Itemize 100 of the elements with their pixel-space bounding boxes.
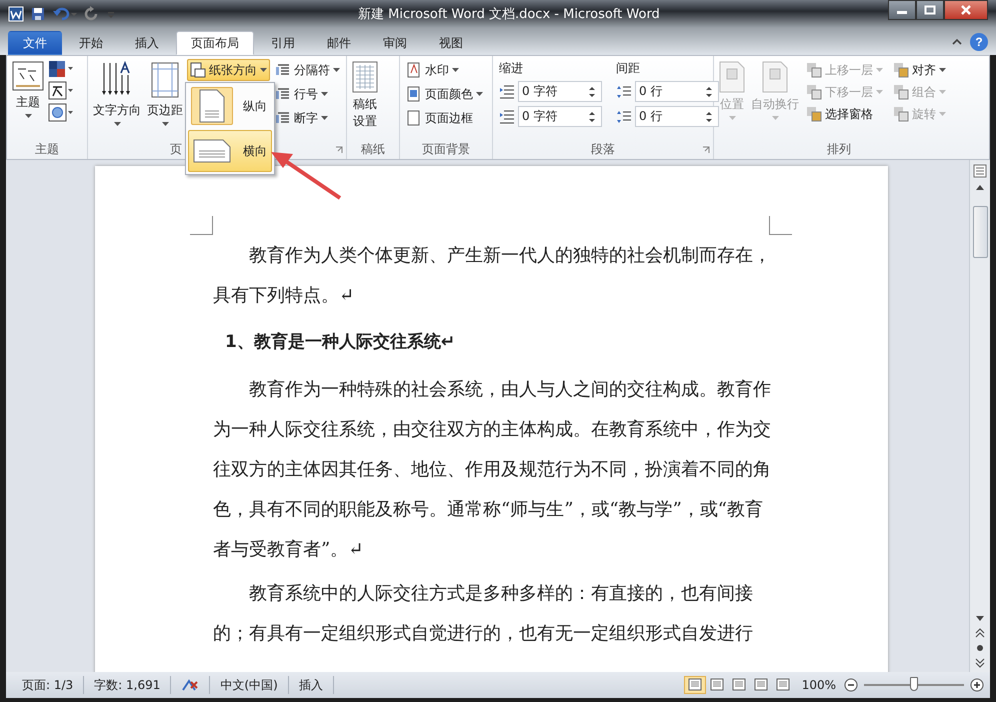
theme-fonts-icon[interactable]: [48, 81, 74, 101]
help-button[interactable]: ?: [970, 32, 988, 50]
minimize-button[interactable]: [888, 0, 916, 20]
lines-icon: [275, 110, 291, 126]
spacing-label: 间距: [616, 60, 640, 77]
hyphenation-button[interactable]: 断字: [272, 107, 343, 129]
ribbon-tab[interactable]: 开始: [64, 31, 118, 55]
indent-label: 缩进: [499, 60, 523, 77]
layers-icon: [893, 106, 909, 122]
browse-object-icon[interactable]: [975, 643, 985, 653]
orientation-button[interactable]: 纸张方向: [187, 59, 270, 81]
ribbon-tab[interactable]: 引用: [256, 31, 310, 55]
caret-icon: [260, 68, 267, 72]
caret-icon: [114, 122, 120, 126]
page-view-icon[interactable]: [684, 676, 706, 694]
breaks-button[interactable]: 分隔符: [272, 59, 343, 81]
margins-icon: [150, 61, 180, 99]
spacing-field[interactable]: 0 行: [635, 81, 719, 102]
page-icon: [719, 61, 745, 93]
caret-icon: [162, 122, 168, 126]
page-color-icon: [406, 86, 422, 102]
indent-field[interactable]: 0 字符: [518, 106, 602, 127]
caret-icon: [876, 68, 883, 72]
ribbon-tab[interactable]: 审阅: [368, 31, 422, 55]
ruler-toggle-icon[interactable]: [973, 164, 987, 178]
ribbon-tab[interactable]: 文件: [8, 31, 62, 55]
spacing-field[interactable]: 0 行: [635, 106, 719, 127]
dialog-launcher-icon[interactable]: [702, 146, 710, 154]
text-direction-button[interactable]: 文字方向: [91, 59, 143, 141]
draft-paper-button[interactable]: 稿纸设置: [350, 59, 380, 141]
menu-item[interactable]: 纵向: [188, 85, 272, 127]
zoom-in-icon[interactable]: [970, 678, 984, 692]
zoom-out-icon[interactable]: [844, 678, 858, 692]
spin-arrows-icon: [706, 110, 712, 122]
ribbon-tab[interactable]: 页面布局: [176, 31, 254, 55]
layers-icon: [806, 84, 822, 100]
word-count[interactable]: 字数: 1,691: [84, 676, 172, 694]
layers-icon: [893, 62, 909, 78]
spin-arrows-icon: [589, 86, 595, 98]
spin-arrows-icon: [706, 86, 712, 98]
group-label: 页: [170, 141, 182, 158]
group-label: 主题: [34, 141, 60, 158]
dialog-launcher-icon[interactable]: [335, 146, 343, 154]
spacing-icon: [616, 84, 632, 98]
page-borders-button[interactable]: 页面边框: [403, 107, 486, 129]
zoom-level[interactable]: 100%: [794, 678, 844, 692]
document-paragraph: 教育系统中的人际交往方式是多种多样的：有直接的，也有间接的；有具有一定组织形式自觉进行的，也有无一定组织形式自发进行: [213, 582, 754, 646]
close-icon: [960, 5, 972, 15]
zoom-slider-thumb[interactable]: [910, 677, 918, 691]
lines-icon: [275, 62, 291, 78]
scroll-down-icon[interactable]: [975, 615, 985, 623]
caret-icon: [452, 68, 459, 72]
pointer-arrow: [270, 150, 342, 200]
collapse-ribbon-icon[interactable]: [952, 38, 962, 46]
caret-icon: [24, 114, 32, 118]
margins-button[interactable]: 页边距: [145, 59, 185, 141]
theme-colors-icon[interactable]: [48, 59, 74, 79]
indent-icon: [499, 84, 515, 98]
page-color-button[interactable]: 页面颜色: [403, 83, 486, 105]
align-button[interactable]: 对齐: [890, 59, 949, 81]
caret-icon: [939, 90, 946, 94]
scroll-thumb[interactable]: [973, 206, 988, 258]
scroll-up-icon[interactable]: [975, 183, 985, 191]
proofing-icon[interactable]: [181, 678, 200, 692]
previous-page-icon[interactable]: [975, 628, 985, 638]
menu-item[interactable]: 横向: [188, 130, 272, 172]
indent-field[interactable]: 0 字符: [518, 81, 602, 102]
ribbon-tab[interactable]: 插入: [120, 31, 174, 55]
caret-icon: [321, 116, 328, 120]
redo-icon[interactable]: [84, 6, 100, 22]
grid-paper-icon: [352, 61, 378, 93]
save-icon[interactable]: [30, 6, 46, 22]
language-indicator[interactable]: 中文(中国): [210, 676, 289, 694]
line-numbers-button[interactable]: 行号: [272, 83, 343, 105]
theme-effects-icon[interactable]: [48, 103, 74, 123]
themes-button[interactable]: 主题: [10, 59, 46, 141]
crop-mark: [769, 216, 792, 235]
maximize-icon: [924, 5, 936, 15]
layers-icon: [806, 62, 822, 78]
document-paragraph: 教育作为一种特殊的社会系统，由人与人之间的交往构成。教育作为一种人际交往系统，由交往双方的主体构成。在教育系统中，作为交往双方的主体因其任务、地位、作用及规范行为不同，扮演着不同的角色，具有不同的职能及称号。通常称“师与生”，或“教与学”，或“教育者与受教育者”。↵: [213, 378, 772, 562]
insert-mode[interactable]: 插入: [288, 676, 334, 694]
undo-icon[interactable]: [52, 6, 78, 22]
layers-icon: [806, 106, 822, 122]
ribbon-tab[interactable]: 视图: [424, 31, 478, 55]
crop-mark: [190, 216, 213, 235]
spacing-icon: [616, 110, 632, 124]
maximize-button[interactable]: [916, 0, 944, 20]
selection-pane-button[interactable]: 选择窗格: [803, 103, 886, 125]
document-paragraph: 1、教育是一种人际交往系统↵: [224, 331, 456, 354]
word-logo-icon[interactable]: [8, 6, 24, 22]
caret-icon: [772, 116, 778, 120]
layers-icon: [893, 84, 909, 100]
watermark-icon: [406, 62, 422, 78]
close-button[interactable]: [944, 0, 988, 20]
ribbon-tab[interactable]: 邮件: [312, 31, 366, 55]
caret-icon: [333, 68, 340, 72]
next-page-icon[interactable]: [975, 658, 985, 668]
document-paragraph: 教育作为人类个体更新、产生新一代人的独特的社会机制而存在，具有下列特点。↵: [213, 244, 772, 308]
watermark-button[interactable]: 水印: [403, 59, 486, 81]
page-count[interactable]: 页面: 1/3: [12, 676, 84, 694]
